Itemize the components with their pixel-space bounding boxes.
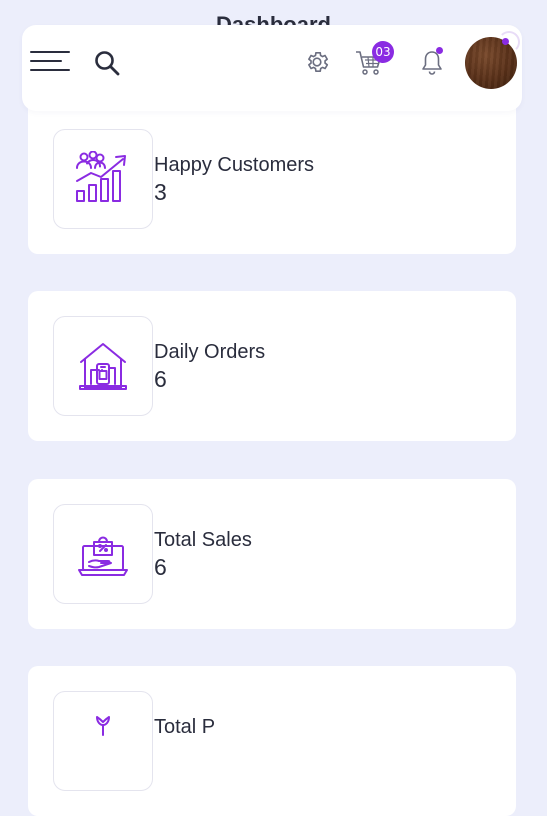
stat-label: Total P [154,716,216,738]
stat-card-total-sales: Total Sales 6 [28,479,516,629]
avatar-status-dot [502,38,509,45]
gear-icon[interactable] [304,49,330,75]
stat-value: 3 [154,179,167,205]
flower-product-icon [53,691,153,791]
hamburger-menu-icon[interactable] [30,49,70,77]
growth-chart-customers-icon [53,129,153,229]
stat-card-total-products: Total P [28,666,516,816]
stat-label: Total Sales [154,529,252,551]
notification-dot [436,47,443,54]
laptop-shopping-bag-icon [53,504,153,604]
stat-card-happy-customers: Happy Customers 3 [28,104,516,254]
search-icon[interactable] [94,50,120,76]
house-phone-icon [53,316,153,416]
stat-value: 6 [154,554,167,580]
cart-count-badge: 03 [372,41,394,63]
stat-value: 6 [154,366,167,392]
top-navbar: 03 [22,25,522,111]
stat-label: Daily Orders [154,341,266,363]
stat-card-daily-orders: Daily Orders 6 [28,291,516,441]
stat-label: Happy Customers [154,154,315,176]
